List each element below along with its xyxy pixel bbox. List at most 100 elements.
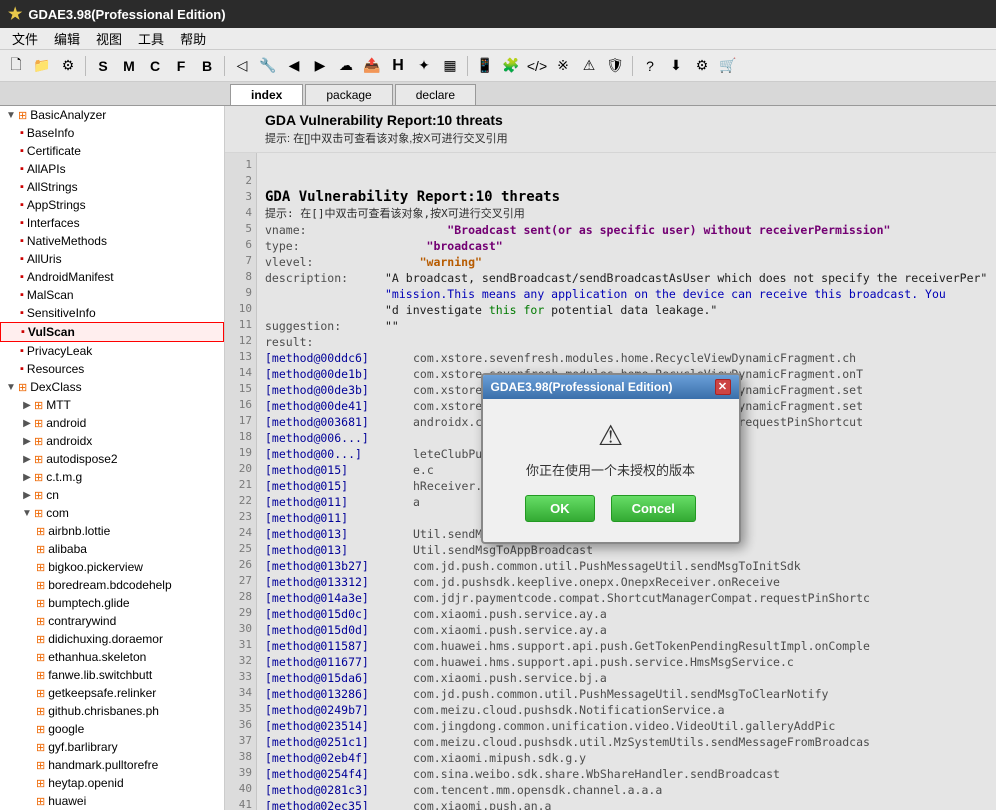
toolbar-m[interactable]: M <box>117 54 141 78</box>
sidebar-item-mtt[interactable]: ▶ ⊞ MTT <box>0 396 224 414</box>
expand-android[interactable]: ▶ <box>20 418 34 429</box>
tab-package[interactable]: package <box>305 84 392 105</box>
item-label: com <box>46 506 69 520</box>
item-icon: ▪ <box>20 345 24 357</box>
toolbar-code[interactable]: </> <box>525 54 549 78</box>
sidebar-item-privacyleak[interactable]: ▪ PrivacyLeak <box>0 342 224 360</box>
menu-item-help[interactable]: 帮助 <box>172 27 214 50</box>
sidebar-item-android[interactable]: ▶ ⊞ android <box>0 414 224 432</box>
toolbar-puzzle[interactable]: 🧩 <box>499 54 523 78</box>
toolbar-new[interactable]: 🗋 <box>4 54 28 78</box>
expand-com[interactable]: ▼ <box>20 508 34 519</box>
sidebar-item-airbnb[interactable]: ⊞ airbnb.lottie <box>0 522 224 540</box>
sidebar-item-androidx[interactable]: ▶ ⊞ androidx <box>0 432 224 450</box>
item-icon: ⊞ <box>36 651 45 664</box>
toolbar-s[interactable]: S <box>91 54 115 78</box>
item-icon: ⊞ <box>36 543 45 556</box>
sidebar-item-google[interactable]: ⊞ google <box>0 720 224 738</box>
sidebar-item-github[interactable]: ⊞ github.chrisbanes.ph <box>0 702 224 720</box>
sidebar-item-nativemethods[interactable]: ▪ NativeMethods <box>0 232 224 250</box>
content-area: GDA Vulnerability Report:10 threats 提示: … <box>225 106 996 810</box>
tree-root[interactable]: ▼ ⊞ BasicAnalyzer <box>0 106 224 124</box>
expand-ctmg[interactable]: ▶ <box>20 472 34 483</box>
toolbar-grid[interactable]: ▦ <box>438 54 462 78</box>
sidebar-item-allapIs[interactable]: ▪ AllAPIs <box>0 160 224 178</box>
sidebar-item-getkeepsafe[interactable]: ⊞ getkeepsafe.relinker <box>0 684 224 702</box>
toolbar-xml[interactable]: ※ <box>551 54 575 78</box>
tree-dexclass[interactable]: ▼ ⊞ DexClass <box>0 378 224 396</box>
sidebar-item-huawei[interactable]: ⊞ huawei <box>0 792 224 810</box>
toolbar-cart[interactable]: 🛒 <box>716 54 740 78</box>
sidebar-item-baseinfo[interactable]: ▪ BaseInfo <box>0 124 224 142</box>
toolbar-star[interactable]: ✦ <box>412 54 436 78</box>
item-label: contrarywind <box>48 614 116 628</box>
sidebar-item-contrarywind[interactable]: ⊞ contrarywind <box>0 612 224 630</box>
item-icon: ⊞ <box>34 507 43 520</box>
sidebar-item-boredream[interactable]: ⊞ boredream.bdcodehelp <box>0 576 224 594</box>
toolbar-download[interactable]: ⬇ <box>664 54 688 78</box>
toolbar-cloud[interactable]: ☁ <box>334 54 358 78</box>
item-label: Interfaces <box>27 216 80 230</box>
sidebar-item-appstrings[interactable]: ▪ AppStrings <box>0 196 224 214</box>
sidebar-item-alibaba[interactable]: ⊞ alibaba <box>0 540 224 558</box>
tab-index[interactable]: index <box>230 84 303 105</box>
menu-item-view[interactable]: 视图 <box>88 27 130 50</box>
sidebar-item-autodispose2[interactable]: ▶ ⊞ autodispose2 <box>0 450 224 468</box>
toolbar-b[interactable]: B <box>195 54 219 78</box>
tab-declare[interactable]: declare <box>395 84 476 105</box>
menu-item-file[interactable]: 文件 <box>4 27 46 50</box>
menu-item-edit[interactable]: 编辑 <box>46 27 88 50</box>
sidebar-item-vulscan[interactable]: ▪ VulScan <box>0 322 224 342</box>
sidebar-item-interfaces[interactable]: ▪ Interfaces <box>0 214 224 232</box>
sidebar-item-didichuxing[interactable]: ⊞ didichuxing.doraemor <box>0 630 224 648</box>
toolbar-shield[interactable]: 🛡 <box>603 54 627 78</box>
sidebar-item-ethanhua[interactable]: ⊞ ethanhua.skeleton <box>0 648 224 666</box>
modal-title: GDAE3.98(Professional Edition) <box>491 380 673 394</box>
sidebar-item-cn[interactable]: ▶ ⊞ cn <box>0 486 224 504</box>
modal-close-button[interactable]: ✕ <box>715 379 731 395</box>
sidebar-item-gyf[interactable]: ⊞ gyf.barlibrary <box>0 738 224 756</box>
toolbar-c[interactable]: C <box>143 54 167 78</box>
sidebar-item-handmark[interactable]: ⊞ handmark.pulltorefre <box>0 756 224 774</box>
sidebar-item-fanwe[interactable]: ⊞ fanwe.lib.switchbutt <box>0 666 224 684</box>
expand-root[interactable]: ▼ <box>4 110 18 121</box>
menu-item-tools[interactable]: 工具 <box>130 27 172 50</box>
toolbar-settings[interactable]: ⚙ <box>690 54 714 78</box>
item-label: SensitiveInfo <box>27 306 96 320</box>
sidebar-item-heytap[interactable]: ⊞ heytap.openid <box>0 774 224 792</box>
item-label: c.t.m.g <box>46 470 82 484</box>
sidebar-item-certificate[interactable]: ▪ Certificate <box>0 142 224 160</box>
sidebar-item-bumptech[interactable]: ⊞ bumptech.glide <box>0 594 224 612</box>
sidebar-item-malscan[interactable]: ▪ MalScan <box>0 286 224 304</box>
sidebar-item-com[interactable]: ▼ ⊞ com <box>0 504 224 522</box>
expand-dexclass[interactable]: ▼ <box>4 382 18 393</box>
item-label: fanwe.lib.switchbutt <box>48 668 152 682</box>
toolbar-arrow-left[interactable]: ◀ <box>282 54 306 78</box>
sidebar-item-androidmanifest[interactable]: ▪ AndroidManifest <box>0 268 224 286</box>
toolbar-h-bold[interactable]: H <box>386 54 410 78</box>
expand-androidx[interactable]: ▶ <box>20 436 34 447</box>
sidebar-item-alluris[interactable]: ▪ AllUris <box>0 250 224 268</box>
expand-cn[interactable]: ▶ <box>20 490 34 501</box>
toolbar-warning[interactable]: ⚠ <box>577 54 601 78</box>
toolbar-export[interactable]: 📤 <box>360 54 384 78</box>
toolbar-open[interactable]: 📁 <box>30 54 54 78</box>
modal-box: GDAE3.98(Professional Edition) ✕ ⚠ 你正在使用… <box>481 373 741 544</box>
toolbar-analyze[interactable]: ⚙ <box>56 54 80 78</box>
sidebar-item-bigkoo[interactable]: ⊞ bigkoo.pickerview <box>0 558 224 576</box>
toolbar-arrow-right[interactable]: ▶ <box>308 54 332 78</box>
toolbar-phone[interactable]: 📱 <box>473 54 497 78</box>
toolbar-tool1[interactable]: 🔧 <box>256 54 280 78</box>
expand-autodispose2[interactable]: ▶ <box>20 454 34 465</box>
toolbar-help[interactable]: ? <box>638 54 662 78</box>
toolbar-arrow-left2[interactable]: ◁ <box>230 54 254 78</box>
expand-mtt[interactable]: ▶ <box>20 400 34 411</box>
modal-ok-button[interactable]: OK <box>525 495 595 522</box>
item-icon: ⊞ <box>34 453 43 466</box>
sidebar-item-ctmg[interactable]: ▶ ⊞ c.t.m.g <box>0 468 224 486</box>
sidebar-item-resources[interactable]: ▪ Resources <box>0 360 224 378</box>
sidebar-item-allstrings[interactable]: ▪ AllStrings <box>0 178 224 196</box>
sidebar-item-sensitiveinfo[interactable]: ▪ SensitiveInfo <box>0 304 224 322</box>
toolbar-f[interactable]: F <box>169 54 193 78</box>
modal-cancel-button[interactable]: Concel <box>611 495 696 522</box>
